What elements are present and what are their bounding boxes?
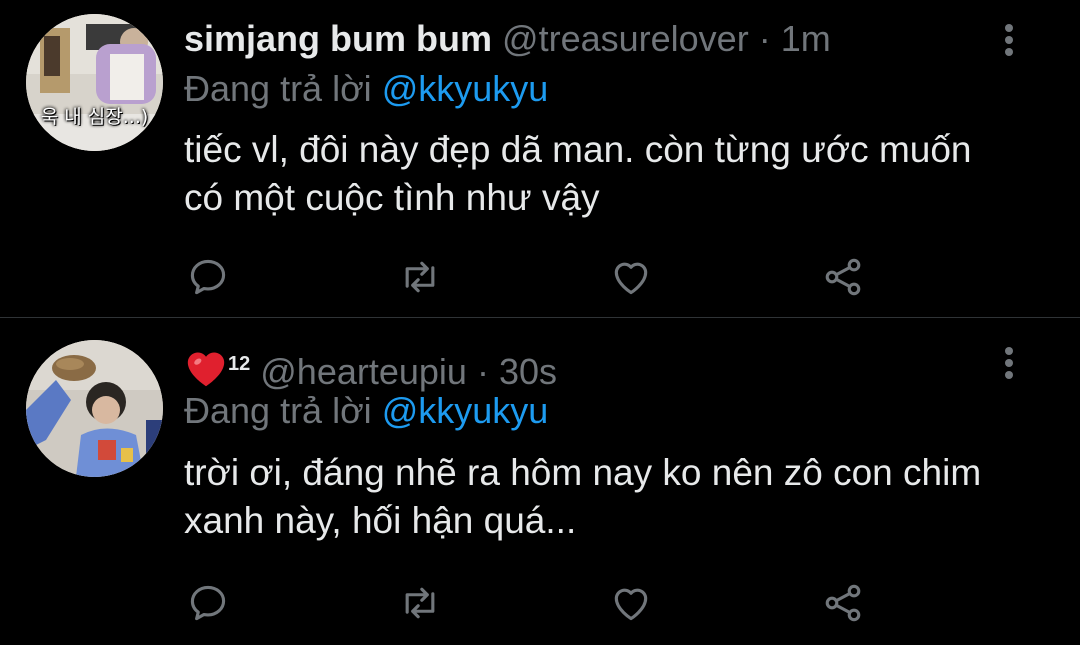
display-name-superscript: 12 [228, 353, 251, 375]
tweet-actions [0, 252, 1080, 302]
avatar-image [26, 14, 163, 151]
display-name[interactable]: simjang bum bum [184, 18, 492, 59]
heart-outline-icon [614, 588, 648, 621]
tweet-header: simjang bum bum @treasurelover · 1m [184, 16, 831, 62]
replying-to: Đang trả lời @kkyukyu [184, 388, 548, 434]
tweet[interactable]: 12 @hearteupiu · 30s Đang trả lời @kkyuk… [0, 319, 1080, 645]
retweet-button[interactable] [395, 252, 445, 302]
retweet-icon [405, 261, 435, 293]
share-button[interactable] [818, 578, 868, 628]
share-icon [825, 584, 861, 622]
like-button[interactable] [606, 252, 656, 302]
avatar[interactable]: 욱 내 심장...) [26, 14, 163, 151]
avatar-image [26, 340, 163, 477]
tweet-header: 12 @hearteupiu · 30s [184, 341, 557, 395]
mention-link[interactable]: @kkyukyu [382, 68, 549, 109]
reply-button[interactable] [183, 252, 233, 302]
like-button[interactable] [606, 578, 656, 628]
reply-icon [190, 585, 226, 621]
tweet-actions [0, 578, 1080, 628]
replying-to: Đang trả lời @kkyukyu [184, 66, 548, 112]
avatar-caption: 욱 내 심장...) [40, 106, 149, 128]
reply-icon [190, 259, 226, 295]
retweet-icon [405, 587, 435, 619]
mention-link[interactable]: @kkyukyu [382, 390, 549, 431]
more-vertical-icon [1005, 347, 1013, 379]
share-icon [825, 258, 861, 296]
heart-outline-icon [614, 262, 648, 295]
separator-dot: · [476, 351, 489, 392]
more-options-button[interactable] [996, 345, 1022, 381]
user-handle[interactable]: @treasurelover [502, 18, 749, 59]
tweet[interactable]: 욱 내 심장...) simjang bum bum @treasurelove… [0, 0, 1080, 318]
more-options-button[interactable] [996, 22, 1022, 58]
reply-button[interactable] [183, 578, 233, 628]
display-name[interactable]: 12 [184, 351, 260, 392]
replying-to-label: Đang trả lời [184, 390, 372, 431]
red-heart-emoji-icon [187, 352, 225, 387]
retweet-button[interactable] [395, 578, 445, 628]
share-button[interactable] [818, 252, 868, 302]
replying-to-label: Đang trả lời [184, 68, 372, 109]
timestamp[interactable]: 30s [499, 351, 557, 392]
more-vertical-icon [1005, 24, 1013, 56]
tweet-text: trời ơi, đáng nhẽ ra hôm nay ko nên zô c… [184, 452, 982, 541]
separator-dot: · [758, 18, 771, 59]
user-handle[interactable]: @hearteupiu [260, 351, 467, 392]
avatar[interactable] [26, 340, 163, 477]
timestamp[interactable]: 1m [781, 18, 831, 59]
tweet-text: tiếc vl, đôi này đẹp dã man. còn từng ướ… [184, 129, 972, 218]
